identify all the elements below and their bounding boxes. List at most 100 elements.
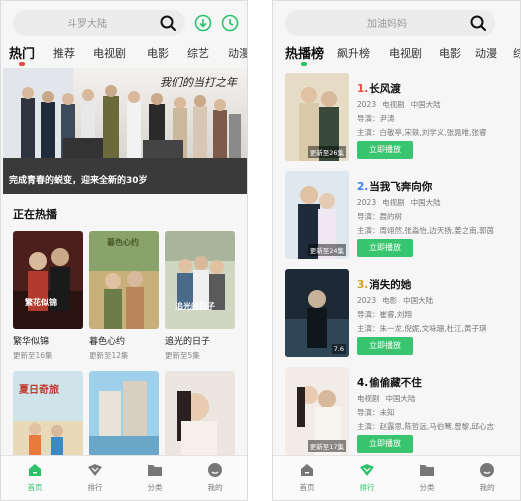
history-icon[interactable] — [221, 14, 239, 32]
poster-image: 更新至26集 — [285, 73, 349, 161]
update-badge: 更新至26集 — [307, 146, 346, 158]
rank-type: 电影 — [382, 296, 398, 305]
rank-cast: 主演：白敬亭,宋轶,刘学义,张晁唯,张睿 — [357, 128, 487, 137]
nav-label: 我的 — [479, 483, 495, 492]
rank-title-text: 长风渡 — [369, 83, 401, 95]
tab-tv[interactable]: 电视剧 — [93, 45, 126, 61]
nav-profile[interactable]: 我的 — [467, 462, 507, 493]
active-tab-indicator — [301, 62, 307, 66]
play-button[interactable]: 立即播放 — [357, 435, 413, 453]
tab-variety[interactable]: 综 — [513, 45, 520, 61]
rank-title-text: 偷偷藏不住 — [369, 377, 422, 389]
banner-caption: 完成青春的蜕变，迎来全新的30岁 — [9, 176, 148, 186]
update-badge: 更新至17集 — [307, 440, 346, 452]
search-icon[interactable] — [159, 14, 177, 32]
search-input[interactable]: 斗罗大陆 — [13, 10, 185, 36]
play-button[interactable]: 立即播放 — [357, 337, 413, 355]
rank-year: 2023 — [357, 198, 377, 207]
tab-anime[interactable]: 动漫 — [475, 45, 497, 61]
drama-card[interactable]: 繁花似锦 繁华似锦 更新至16集 — [13, 231, 83, 361]
nav-category[interactable]: 分类 — [135, 462, 175, 493]
poster-image: 暮色心约 — [89, 231, 159, 329]
poster-title-art: 追光的日子 — [175, 302, 215, 311]
nav-rank[interactable]: 排行 — [75, 462, 115, 493]
poster-image[interactable]: 夏日奇旅 — [13, 371, 83, 456]
tab-movie[interactable]: 电影 — [147, 45, 169, 61]
folder-icon — [420, 465, 434, 476]
rank-number: 2. — [357, 181, 369, 193]
poster-image[interactable] — [165, 371, 235, 456]
update-badge: 7.6 — [331, 344, 346, 354]
search-input[interactable]: 加油妈妈 — [285, 10, 495, 36]
rank-title-text: 当我飞奔向你 — [369, 181, 433, 193]
card-title: 繁华似锦 — [13, 337, 50, 347]
tab-movie[interactable]: 电影 — [439, 45, 461, 61]
play-button[interactable]: 立即播放 — [357, 141, 413, 159]
search-icon[interactable] — [469, 14, 487, 32]
tab-hot-chart[interactable]: 热播榜 — [285, 43, 324, 62]
poster-image: 繁花似锦 — [13, 231, 83, 329]
nav-home[interactable]: 首页 — [287, 462, 327, 493]
tab-variety[interactable]: 综艺 — [187, 45, 209, 61]
rank-year: 2023 — [357, 296, 377, 305]
featured-banner[interactable]: 我们的当打之年 完成青春的蜕变，迎来全新的30岁 — [3, 68, 247, 194]
rank-title: 3.消失的她 — [357, 277, 411, 292]
nav-label: 分类 — [147, 483, 163, 492]
nav-profile[interactable]: 我的 — [195, 462, 235, 493]
poster-image[interactable] — [89, 371, 159, 456]
nav-category[interactable]: 分类 — [407, 462, 447, 493]
section-title: 正在热播 — [13, 208, 57, 221]
nav-rank[interactable]: 排行 — [347, 462, 387, 493]
rank-item[interactable]: 7.6 3.消失的她 2023 电影 中国大陆 导演：崔睿,刘翔 主演：朱一龙,倪妮… — [285, 269, 515, 359]
home-icon — [301, 464, 313, 476]
rank-region: 中国大陆 — [410, 100, 441, 109]
card-title: 暮色心约 — [89, 337, 126, 347]
rank-title-text: 消失的她 — [369, 279, 412, 291]
poster-title-art: 繁花似锦 — [25, 298, 57, 307]
rank-title: 2.当我飞奔向你 — [357, 179, 432, 194]
poster-title-art: 暮色心约 — [107, 238, 139, 247]
rank-director: 导演：崔睿,刘翔 — [357, 310, 412, 319]
nav-label: 排行 — [359, 483, 375, 492]
rank-meta: 电视剧 中国大陆 — [357, 393, 422, 404]
user-icon — [208, 463, 222, 477]
search-placeholder: 斗罗大陆 — [67, 19, 107, 30]
rank-cast: 主演：朱一龙,倪妮,文咏珊,杜江,黄子琪 — [357, 324, 487, 333]
poster-image: 追光的日子 — [165, 231, 235, 329]
nav-label: 排行 — [87, 483, 103, 492]
category-tabs: 热门 推荐 电视剧 电影 综艺 动漫 — [1, 41, 247, 66]
card-update: 更新至5集 — [165, 351, 200, 360]
tab-anime[interactable]: 动漫 — [228, 45, 247, 61]
rank-type: 电视剧 — [382, 100, 405, 109]
update-badge: 更新至24集 — [307, 244, 346, 256]
home-icon — [29, 464, 41, 476]
rank-item[interactable]: 更新至17集 4.偷偷藏不住 电视剧 中国大陆 导演：未知 主演：赵露思,陈哲远,… — [285, 367, 515, 457]
rank-region: 中国大陆 — [385, 394, 416, 403]
rank-director: 导演：聂的树 — [357, 212, 402, 221]
download-icon[interactable] — [194, 14, 212, 32]
rank-item[interactable]: 更新至26集 1.长风渡 2023 电视剧 中国大陆 导演：尹涛 主演：白敬亭,宋轶… — [285, 73, 515, 163]
rank-cast: 主演：周翊然,张淼怡,边天扬,姜之南,郭茵 — [357, 226, 495, 235]
bottom-nav: 首页 排行 分类 我的 — [1, 455, 247, 500]
tab-tv[interactable]: 电视剧 — [389, 45, 422, 61]
play-button[interactable]: 立即播放 — [357, 239, 413, 257]
poster-title-art: 夏日奇旅 — [19, 385, 59, 396]
poster-image: 更新至24集 — [285, 171, 349, 259]
rank-year: 2023 — [357, 100, 377, 109]
bottom-nav: 首页 排行 分类 我的 — [273, 455, 520, 500]
user-icon — [480, 463, 494, 477]
ranking-screen: 加油妈妈 热播榜 飙升榜 电视剧 电影 动漫 综 更新至26集 1.长风渡 20… — [272, 0, 521, 501]
drama-card[interactable]: 追光的日子 追光的日子 更新至5集 — [165, 231, 235, 361]
rank-item[interactable]: 更新至24集 2.当我飞奔向你 2023 电视剧 中国大陆 导演：聂的树 主演：周翊… — [285, 171, 515, 261]
ranking-tabs: 热播榜 飙升榜 电视剧 电影 动漫 综 — [273, 41, 520, 66]
tab-rising-chart[interactable]: 飙升榜 — [337, 45, 370, 61]
drama-card[interactable]: 暮色心约 暮色心约 更新至12集 — [89, 231, 159, 361]
nav-label: 分类 — [419, 483, 435, 492]
card-update: 更新至12集 — [89, 351, 129, 360]
rank-director: 导演：未知 — [357, 408, 395, 417]
nav-home[interactable]: 首页 — [15, 462, 55, 493]
poster-image: 7.6 — [285, 269, 349, 357]
rank-type: 电视剧 — [357, 394, 380, 403]
tab-recommend[interactable]: 推荐 — [53, 45, 75, 61]
tab-hot[interactable]: 热门 — [9, 43, 35, 62]
